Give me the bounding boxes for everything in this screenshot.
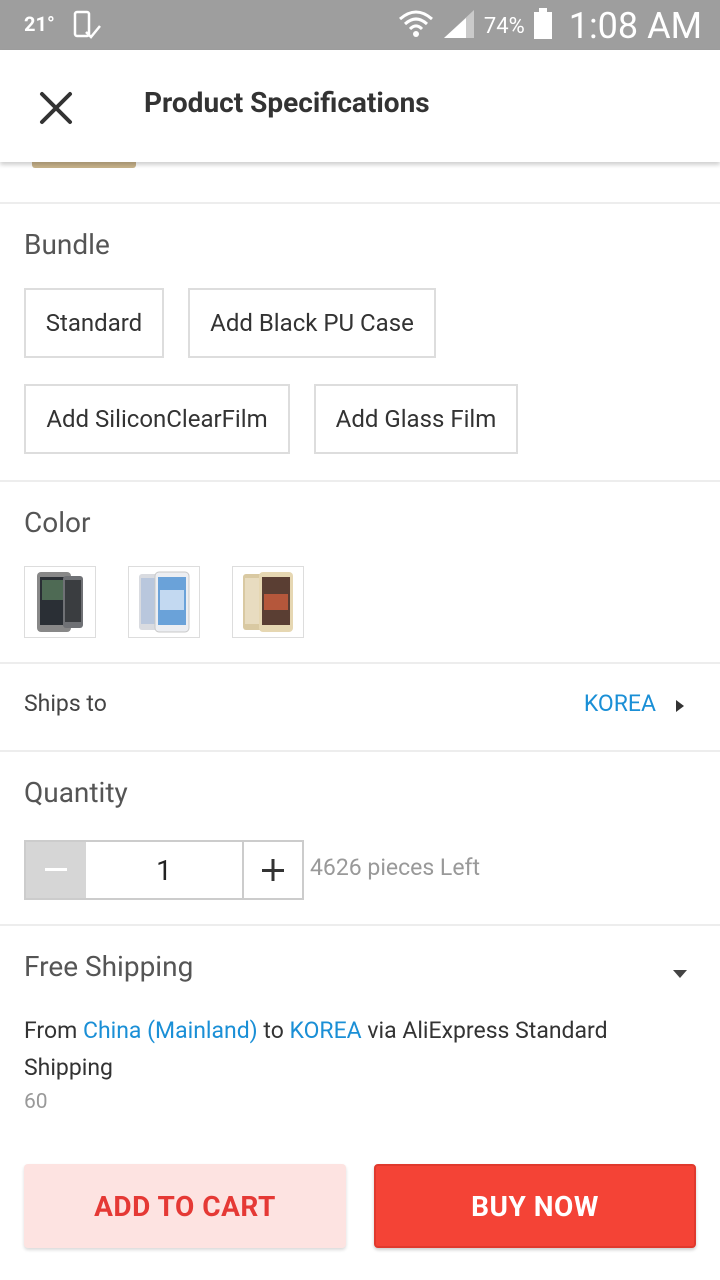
buy-now-button[interactable]: BUY NOW	[374, 1164, 696, 1248]
shipping-method-selector[interactable]: Free Shipping	[24, 950, 193, 983]
temperature-text: 21°	[24, 12, 55, 36]
shipping-to-text: to	[257, 1017, 290, 1044]
gold-phone-icon	[243, 572, 293, 632]
bundle-option-standard[interactable]: Standard	[24, 288, 164, 358]
shipping-from-text: From	[24, 1017, 83, 1044]
battery-icon	[533, 8, 553, 44]
chevron-right-icon[interactable]	[674, 698, 686, 718]
page-title: Product Specifications	[144, 86, 430, 119]
delivery-time: 60	[24, 1090, 48, 1114]
white-phone-icon	[139, 571, 190, 633]
caret-down-icon[interactable]	[672, 964, 688, 983]
increase-quantity-button[interactable]	[244, 842, 302, 898]
bundle-option-silicon-clear-film[interactable]: Add SiliconClearFilm	[24, 384, 290, 454]
bundle-option-glass-film[interactable]: Add Glass Film	[314, 384, 518, 454]
divider	[0, 662, 720, 664]
shipping-origin-link[interactable]: China (Mainland)	[83, 1017, 258, 1044]
plus-icon	[262, 859, 284, 881]
wifi-icon	[398, 7, 434, 45]
color-label: Color	[24, 506, 91, 539]
quantity-label: Quantity	[24, 776, 128, 809]
decrease-quantity-button[interactable]	[26, 842, 86, 898]
shipping-description: From China (Mainland) to KOREA via AliEx…	[24, 1012, 696, 1086]
minus-icon	[45, 868, 67, 871]
signal-icon	[442, 8, 476, 44]
divider	[0, 480, 720, 482]
divider	[0, 924, 720, 926]
app-header: Product Specifications	[0, 50, 720, 162]
color-swatch-white[interactable]	[128, 566, 200, 638]
quantity-stepper: 1	[24, 840, 304, 900]
color-swatch-gold[interactable]	[232, 566, 304, 638]
ships-to-label: Ships to	[24, 690, 107, 717]
quantity-input[interactable]: 1	[86, 842, 244, 898]
close-icon	[40, 92, 72, 124]
device-check-icon	[72, 10, 102, 44]
divider	[0, 750, 720, 752]
ships-to-country[interactable]: KOREA	[584, 690, 656, 717]
bundle-option-black-pu-case[interactable]: Add Black PU Case	[188, 288, 436, 358]
stock-remaining: 4626 pieces Left	[310, 854, 481, 881]
shipping-destination-link[interactable]: KOREA	[290, 1017, 362, 1044]
gray-phone-icon	[37, 572, 83, 632]
divider	[0, 202, 720, 204]
bundle-label: Bundle	[24, 228, 110, 261]
close-button[interactable]	[36, 88, 76, 128]
status-bar: 21° 74% 1:08 AM	[0, 0, 720, 50]
add-to-cart-button[interactable]: ADD TO CART	[24, 1164, 346, 1248]
color-swatch-gray[interactable]	[24, 566, 96, 638]
battery-percent: 74%	[483, 13, 525, 39]
clock-text: 1:08 AM	[568, 5, 702, 47]
